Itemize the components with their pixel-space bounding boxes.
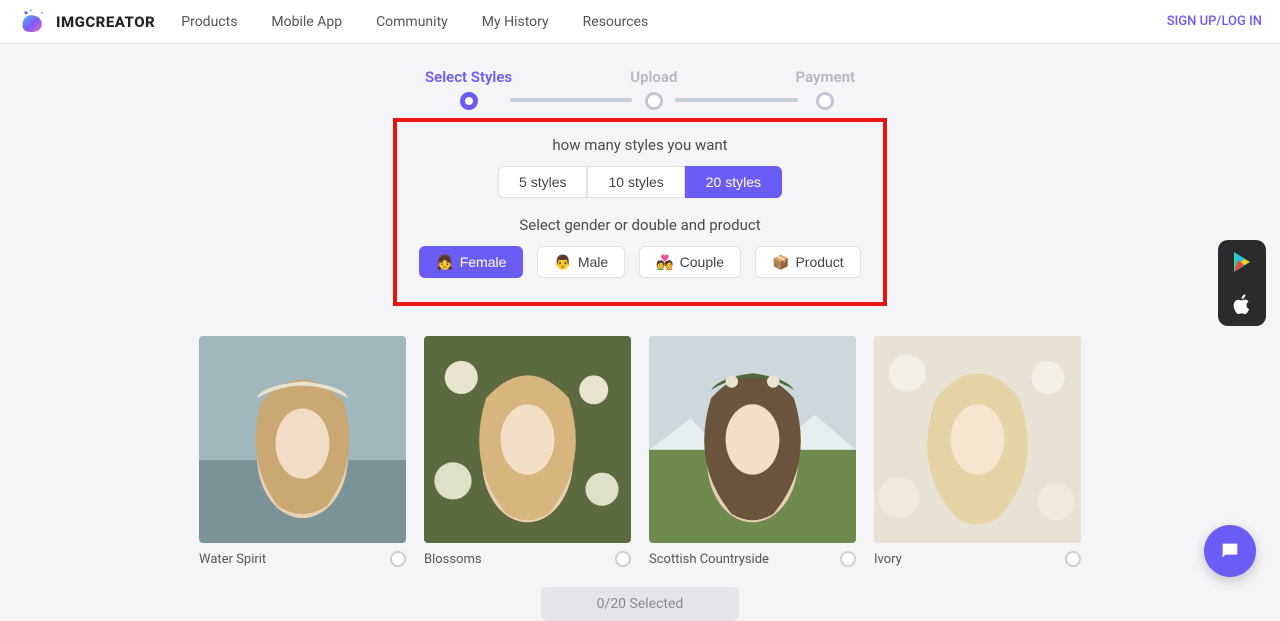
- step-label: Upload: [630, 68, 677, 86]
- nav-products[interactable]: Products: [181, 14, 237, 30]
- gender-couple-button[interactable]: 💑 Couple: [639, 246, 741, 278]
- google-play-icon[interactable]: [1230, 250, 1254, 274]
- style-card: Blossoms: [424, 336, 631, 567]
- styles-5-button[interactable]: 5 styles: [498, 166, 587, 198]
- step-dot-icon: [645, 92, 663, 110]
- step-line: [675, 98, 797, 102]
- gender-male-button[interactable]: 👨 Male: [537, 246, 625, 278]
- style-thumbnail[interactable]: [199, 336, 406, 543]
- female-emoji-icon: 👧: [436, 254, 453, 271]
- nav-mobile-app[interactable]: Mobile App: [271, 14, 342, 30]
- app-download-rail: [1218, 240, 1266, 326]
- couple-emoji-icon: 💑: [656, 254, 673, 271]
- style-thumbnail[interactable]: [649, 336, 856, 543]
- nav-resources[interactable]: Resources: [583, 14, 649, 30]
- step-dot-icon: [816, 92, 834, 110]
- male-emoji-icon: 👨: [554, 254, 571, 271]
- styles-10-button[interactable]: 10 styles: [587, 166, 684, 198]
- step-upload[interactable]: Upload: [630, 68, 677, 110]
- stepper: Select Styles Upload Payment: [425, 68, 855, 110]
- gender-row: 👧 Female 👨 Male 💑 Couple 📦 Product: [419, 246, 861, 278]
- logo[interactable]: IMGCREATOR: [18, 8, 155, 36]
- gender-product-button[interactable]: 📦 Product: [755, 246, 861, 278]
- style-thumbnail[interactable]: [424, 336, 631, 543]
- card-title: Ivory: [874, 552, 902, 567]
- gender-female-button[interactable]: 👧 Female: [419, 246, 523, 278]
- step-label: Select Styles: [425, 68, 512, 86]
- header: IMGCREATOR Products Mobile App Community…: [0, 0, 1280, 44]
- style-card: Water Spirit: [199, 336, 406, 567]
- logo-mark-icon: [18, 8, 50, 36]
- gender-prompt: Select gender or double and product: [419, 216, 861, 234]
- card-footer: Water Spirit: [199, 551, 406, 567]
- style-cards: Water Spirit Blossoms: [0, 336, 1280, 567]
- styles-20-button[interactable]: 20 styles: [685, 166, 782, 198]
- chat-fab[interactable]: [1204, 525, 1256, 577]
- style-card: Scottish Countryside: [649, 336, 856, 567]
- chat-icon: [1219, 540, 1241, 562]
- step-dot-icon: [460, 92, 478, 110]
- card-title: Water Spirit: [199, 552, 266, 567]
- step-payment[interactable]: Payment: [796, 68, 855, 110]
- nav-community[interactable]: Community: [376, 14, 448, 30]
- card-select-radio[interactable]: [390, 551, 406, 567]
- selection-counter-pill: 0/20 Selected: [541, 587, 739, 621]
- style-thumbnail[interactable]: [874, 336, 1081, 543]
- config-box: how many styles you want 5 styles 10 sty…: [393, 118, 887, 306]
- auth-link[interactable]: SIGN UP/LOG IN: [1167, 14, 1262, 29]
- gender-label: Female: [460, 254, 507, 270]
- brand-text: IMGCREATOR: [56, 13, 155, 31]
- card-footer: Scottish Countryside: [649, 551, 856, 567]
- style-card: Ivory: [874, 336, 1081, 567]
- nav-my-history[interactable]: My History: [482, 14, 549, 30]
- step-label: Payment: [796, 68, 855, 86]
- style-count-prompt: how many styles you want: [419, 136, 861, 154]
- card-footer: Ivory: [874, 551, 1081, 567]
- main-nav: Products Mobile App Community My History…: [181, 14, 648, 30]
- gender-label: Male: [578, 254, 608, 270]
- card-title: Scottish Countryside: [649, 552, 769, 567]
- product-emoji-icon: 📦: [772, 254, 789, 271]
- step-line: [510, 98, 632, 102]
- card-select-radio[interactable]: [615, 551, 631, 567]
- header-left: IMGCREATOR Products Mobile App Community…: [18, 8, 648, 36]
- card-select-radio[interactable]: [840, 551, 856, 567]
- card-footer: Blossoms: [424, 551, 631, 567]
- card-select-radio[interactable]: [1065, 551, 1081, 567]
- card-title: Blossoms: [424, 552, 482, 567]
- gender-label: Couple: [680, 254, 724, 270]
- gender-label: Product: [795, 254, 843, 270]
- style-count-group: 5 styles 10 styles 20 styles: [419, 166, 861, 198]
- apple-icon[interactable]: [1230, 292, 1254, 316]
- step-select-styles[interactable]: Select Styles: [425, 68, 512, 110]
